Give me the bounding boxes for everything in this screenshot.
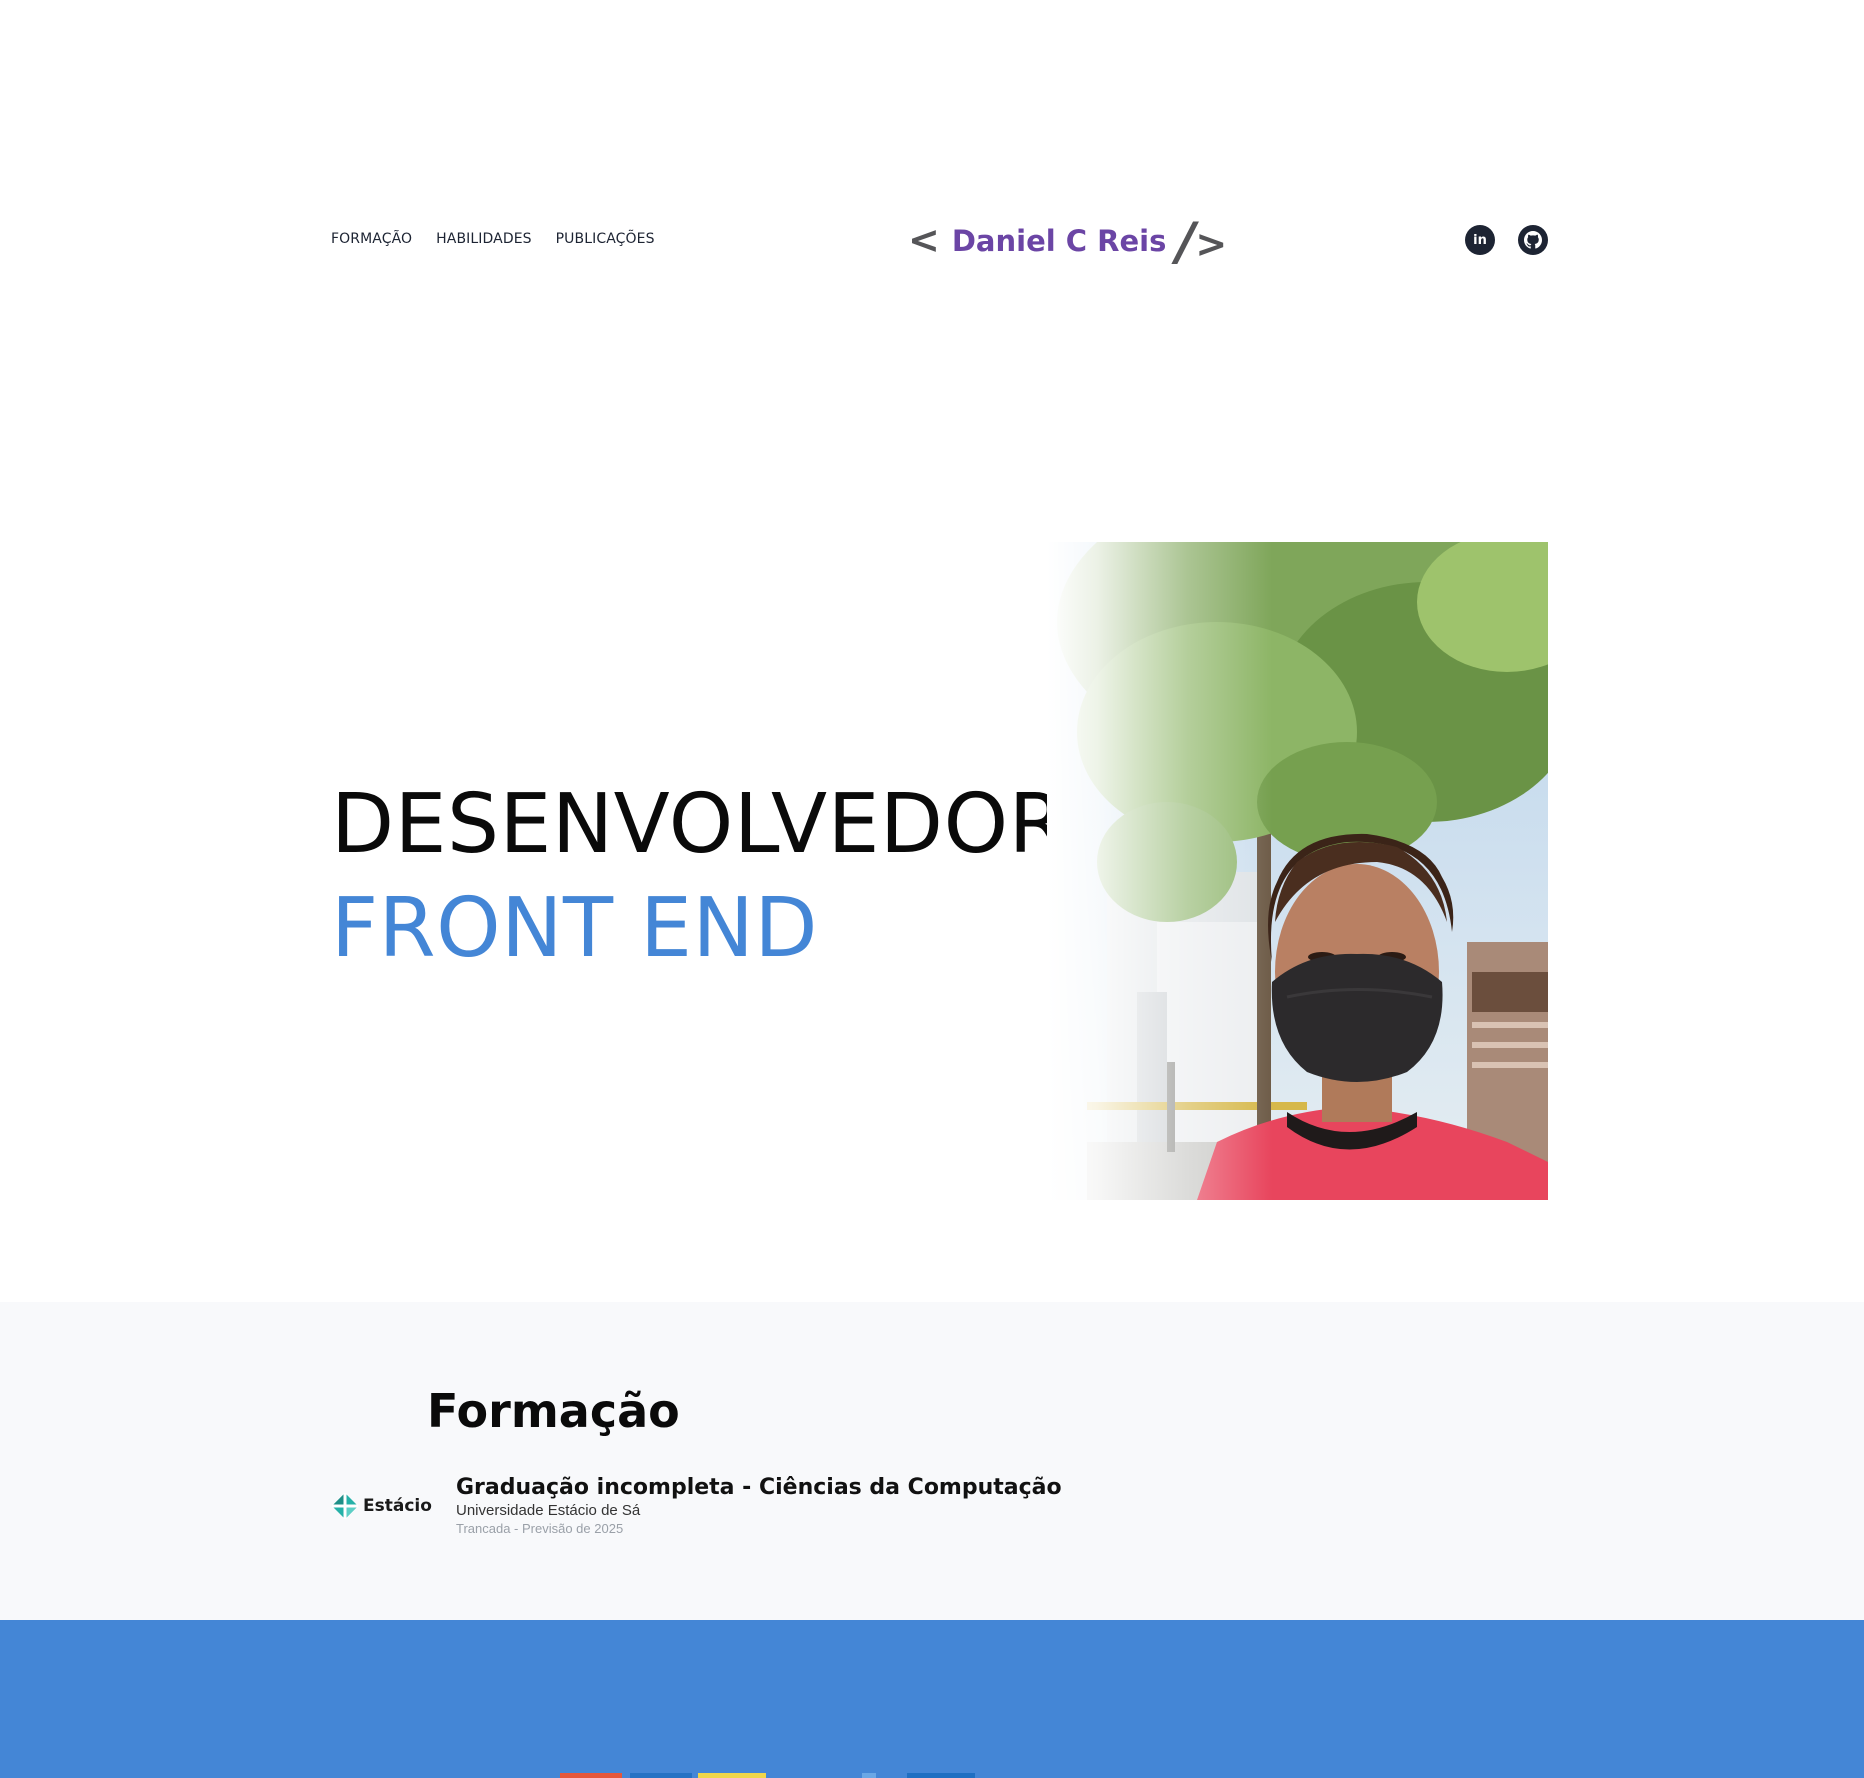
logo-close-bracket: > (1195, 222, 1228, 266)
profile-photo (1047, 542, 1548, 1200)
github-icon (1524, 231, 1542, 249)
nav-link-publicacoes[interactable]: PUBLICAÇÕES (556, 231, 655, 247)
estacio-logo: Estácio (331, 1492, 456, 1520)
hero-title-line2: FRONT END (331, 881, 818, 976)
formacao-section: Formação Estácio Graduação incompleta - … (0, 1302, 1864, 1620)
education-status: Trancada - Previsão de 2025 (456, 1521, 624, 1536)
nav-link-formacao[interactable]: FORMAÇÃO (331, 231, 412, 247)
github-link[interactable] (1518, 225, 1548, 255)
skill-card-peek (560, 1773, 622, 1778)
hero-title-line1: DESENVOLVEDOR (331, 777, 1067, 872)
photo-fade-overlay (1047, 542, 1548, 1200)
education-info: Graduação incompleta - Ciências da Compu… (456, 1474, 1062, 1537)
hero-heading: DESENVOLVEDOR FRONT END (331, 773, 1066, 981)
page: FORMAÇÃO HABILIDADES PUBLICAÇÕES < Danie… (0, 0, 1864, 1778)
top-nav: FORMAÇÃO HABILIDADES PUBLICAÇÕES < Danie… (331, 212, 1548, 272)
logo-name: Daniel C Reis (951, 224, 1167, 258)
linkedin-link[interactable]: in (1465, 225, 1495, 255)
habilidades-section (0, 1620, 1864, 1778)
nav-link-habilidades[interactable]: HABILIDADES (436, 231, 532, 247)
education-item: Estácio Graduação incompleta - Ciências … (331, 1474, 1062, 1537)
site-logo[interactable]: < Daniel C Reis /> (908, 212, 1228, 272)
logo-close-tag: /> (1176, 212, 1228, 272)
estacio-logo-text: Estácio (363, 1496, 432, 1516)
linkedin-icon: in (1473, 232, 1487, 248)
skill-card-peek (907, 1773, 975, 1778)
section-title-formacao: Formação (427, 1384, 680, 1438)
education-school: Universidade Estácio de Sá (456, 1502, 641, 1519)
education-title: Graduação incompleta - Ciências da Compu… (456, 1475, 1062, 1500)
logo-slash: / (1176, 212, 1196, 272)
social-links: in (1465, 225, 1548, 255)
nav-links: FORMAÇÃO HABILIDADES PUBLICAÇÕES (331, 231, 655, 247)
logo-open-bracket: < (908, 218, 940, 262)
estacio-logo-icon (332, 1493, 358, 1519)
skill-card-peek (630, 1773, 692, 1778)
skill-card-peek (698, 1773, 766, 1778)
skill-card-peek (862, 1773, 876, 1778)
